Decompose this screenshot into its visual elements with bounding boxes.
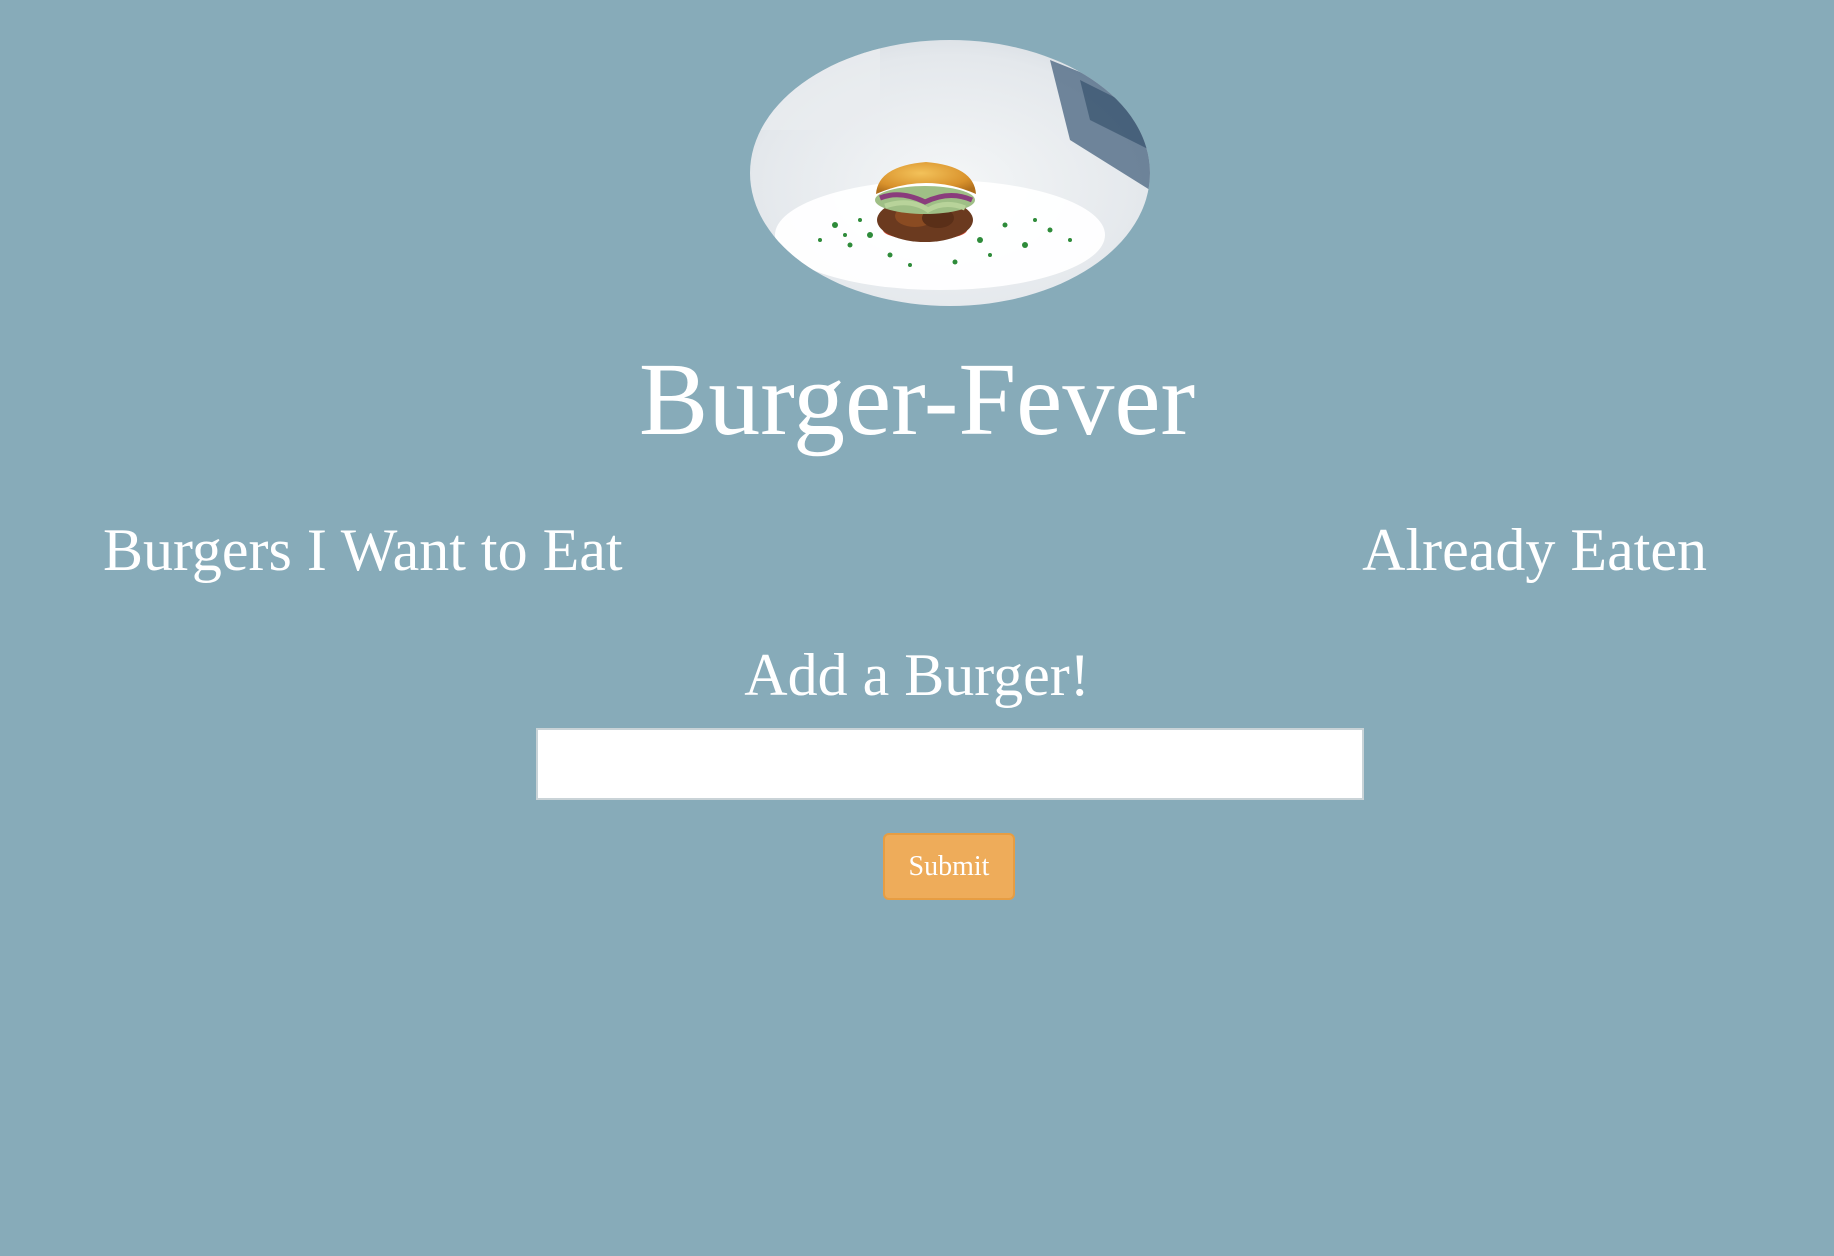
page-title: Burger-Fever [638,342,1196,457]
want-to-eat-heading: Burgers I Want to Eat [103,517,623,583]
add-burger-heading: Add a Burger! [744,642,1090,708]
submit-button[interactable]: Submit [883,833,1015,900]
burger-photo [750,40,1150,306]
already-eaten-heading: Already Eaten [1362,517,1707,583]
burger-name-input[interactable] [536,728,1364,800]
